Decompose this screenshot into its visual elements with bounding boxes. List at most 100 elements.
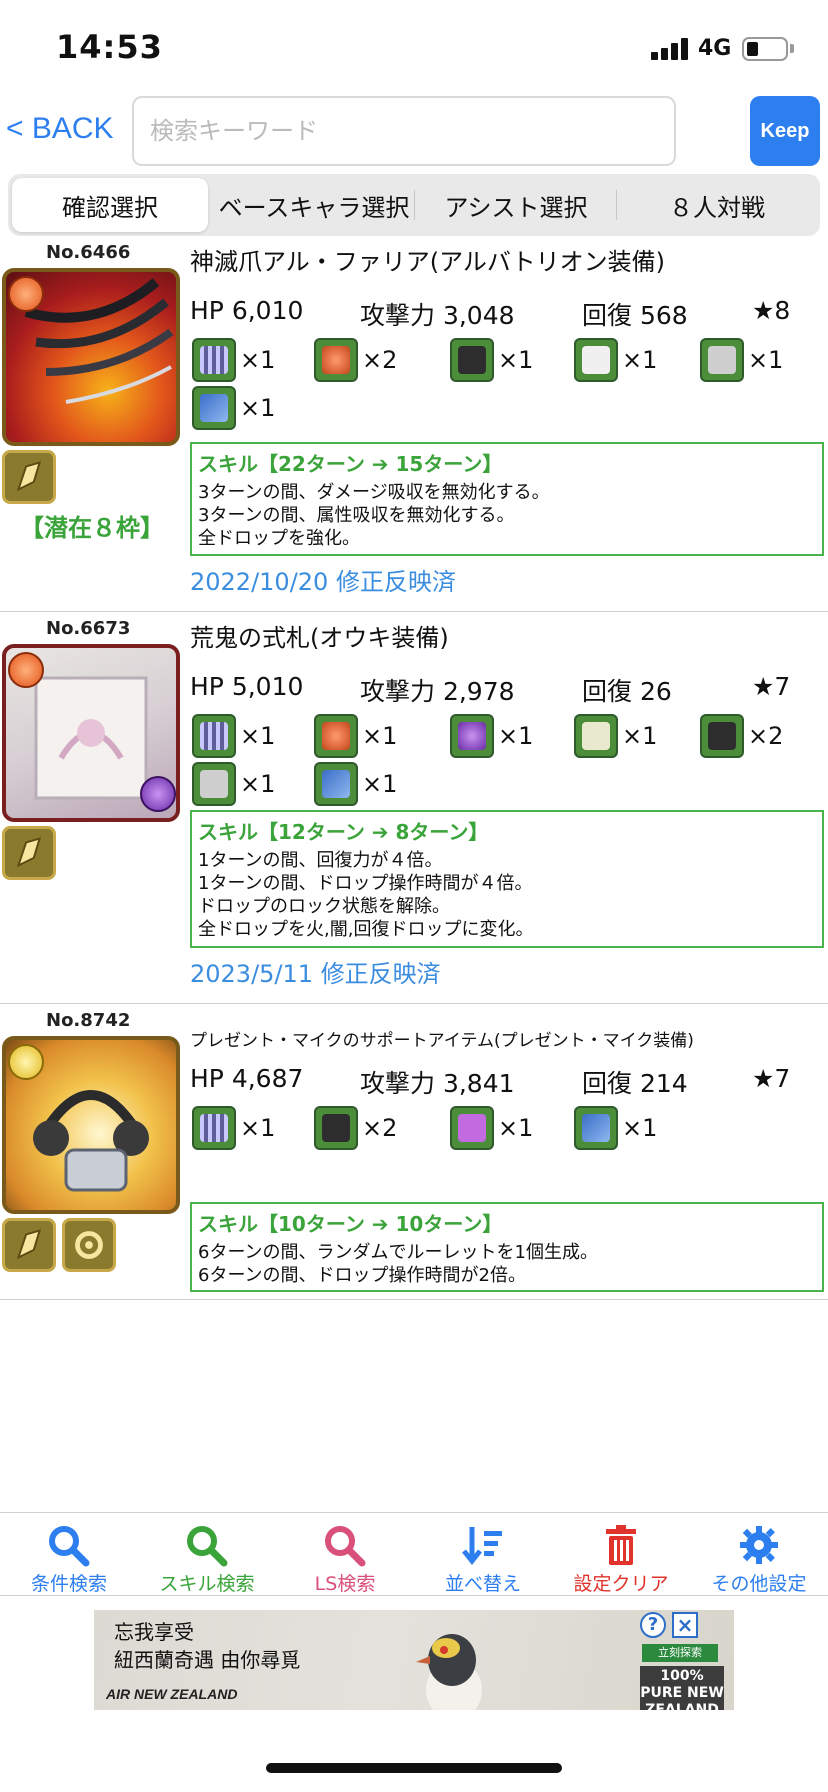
bind-resist-icon [700,338,744,382]
skill-line: 6ターンの間、ランダムでルーレットを1個生成。 [198,1242,599,1263]
tab-eight-player-battle[interactable]: ８人対戦 [618,178,816,232]
battery-tip [790,44,794,53]
awakening-item: ×1 [574,338,657,382]
skill-line: ドロップのロック状態を解除。 [198,896,450,917]
skill-title: スキル【22ターン ➔ 15ターン】 [198,452,503,476]
awakening-item: ×2 [314,338,397,382]
skill-boost-icon [192,1106,236,1150]
clear-settings-button[interactable]: 設定クリア [552,1513,690,1597]
toolbar-label: 並べ替え [444,1573,521,1595]
ad-headline: 忘我享受 [114,1620,194,1644]
recovery-value: 回復 214 [582,1069,688,1098]
skill-title: スキル【10ターン ➔ 10ターン】 [198,1212,503,1236]
awakening-item: ×1 [192,338,275,382]
fire-attribute-icon [8,652,44,688]
ad-subline: 紐西蘭奇遇 由你尋覓 [114,1648,301,1672]
awakening-item: ×1 [314,714,397,758]
awakening-item: ×1 [450,1106,533,1150]
battery-icon [742,37,788,61]
poison-resist-icon [574,338,618,382]
home-indicator[interactable] [266,1763,562,1773]
trash-icon [606,1525,636,1565]
awakening-item: ×1 [192,714,275,758]
tab-divider [616,190,617,220]
enhanced-orb-icon [574,1106,618,1150]
skill-boost-icon [192,338,236,382]
hp-value: HP 5,010 [190,672,304,701]
awakening-item: ×2 [700,714,783,758]
monster-card[interactable]: No.6466 【潜在８枠】 神滅爪アル・ファリア(アルバトリオン装備) HP … [0,236,828,612]
condition-search-button[interactable]: 条件検索 [0,1513,138,1597]
dark-attribute-icon [140,776,176,812]
signal-icon [651,38,691,60]
attack-value: 攻撃力 3,048 [360,301,515,330]
skill-line: 1ターンの間、ドロップ操作時間が４倍。 [198,873,533,894]
search-input[interactable] [132,96,676,166]
recovery-value: 回復 568 [582,301,688,330]
keep-button[interactable]: Keep [750,96,820,166]
rarity-value: ★8 [752,296,791,325]
search-icon [325,1526,366,1567]
monster-name: 神滅爪アル・ファリア(アルバトリオン装備) [190,248,665,276]
awakening-item: ×1 [192,1106,275,1150]
rarity-value: ★7 [752,1064,791,1093]
penguin-image [416,1634,482,1710]
awakening-item: ×1 [192,386,275,430]
blind-resist-icon [700,714,744,758]
tab-confirm-select[interactable]: 確認選択 [12,178,208,232]
monster-number: No.6673 [46,618,131,639]
fire-attribute-icon [8,276,44,312]
ad-banner[interactable]: 忘我享受 紐西蘭奇遇 由你尋覓 AIR NEW ZEALAND ? × 立刻探索… [94,1610,734,1710]
status-time: 14:53 [56,28,163,66]
fire-row-icon [314,714,358,758]
toolbar-label: 条件検索 [30,1573,107,1595]
search-icon [187,1526,228,1567]
blind-resist-icon [450,338,494,382]
light-attribute-icon [8,1044,44,1080]
awakening-item: ×1 [450,338,533,382]
search-icon [49,1526,90,1567]
skill-search-button[interactable]: スキル検索 [138,1513,276,1597]
monster-name: プレゼント・マイクのサポートアイテム(プレゼント・マイク装備) [190,1031,694,1051]
cloud-resist-icon [574,714,618,758]
awakening-item: ×2 [314,1106,397,1150]
skill-title: スキル【12ターン ➔ 8ターン】 [198,820,489,844]
tab-assist-select[interactable]: アシスト選択 [416,178,616,232]
skill-boost-icon [192,714,236,758]
segment-tabs: 確認選択 ベースキャラ選択 アシスト選択 ８人対戦 [8,174,820,236]
ad-cta-button[interactable]: 立刻探索 [642,1644,718,1662]
status-bar: 14:53 4G [0,0,828,96]
awakening-item: ×1 [574,714,657,758]
ad-close-icon[interactable]: × [672,1612,698,1638]
sort-button[interactable]: 並べ替え [414,1513,552,1597]
monster-name: 荒鬼の式札(オウキ装備) [190,624,449,652]
ad-info-icon[interactable]: ? [640,1612,666,1638]
toolbar-label: スキル検索 [159,1573,255,1595]
skill-line: 全ドロップを強化。 [198,528,360,549]
equip-awakening-icon [2,826,56,880]
hp-value: HP 4,687 [190,1064,304,1093]
awakening-item: ×1 [450,714,533,758]
enhanced-orb-icon [314,762,358,806]
hp-plus-icon [450,1106,494,1150]
skill-box: スキル【12ターン ➔ 8ターン】 1ターンの間、回復力が４倍。 1ターンの間、… [190,810,824,948]
gear-icon [740,1526,778,1564]
ad-brand: AIR NEW ZEALAND [106,1686,238,1702]
stats-row: HP 6,010 攻撃力 3,048 回復 568 ★8 [190,296,820,332]
ls-search-button[interactable]: LS検索 [276,1513,414,1597]
fix-date: 2023/5/11 修正反映済 [190,960,441,988]
skill-box: スキル【10ターン ➔ 10ターン】 6ターンの間、ランダムでルーレットを1個生… [190,1202,824,1292]
monster-card[interactable]: No.8742 プレゼント・マイクのサポートアイテム(プレゼント・マイク装備) … [0,1004,828,1300]
hp-value: HP 6,010 [190,296,304,325]
other-settings-button[interactable]: その他設定 [690,1513,828,1597]
awakening-item: ×1 [574,1106,657,1150]
awakening-item: ×1 [314,762,397,806]
monster-number: No.8742 [46,1010,131,1031]
monster-card[interactable]: No.6673 荒鬼の式札(オウキ装備) HP 5,010 攻撃力 2,978 … [0,612,828,1004]
stats-row: HP 4,687 攻撃力 3,841 回復 214 ★7 [190,1064,820,1100]
attack-value: 攻撃力 3,841 [360,1069,515,1098]
gear-awakening-icon [62,1218,116,1272]
back-button[interactable]: < BACK [6,112,114,146]
tab-base-character-select[interactable]: ベースキャラ選択 [214,178,414,232]
skill-line: 3ターンの間、属性吸収を無効化する。 [198,505,515,526]
